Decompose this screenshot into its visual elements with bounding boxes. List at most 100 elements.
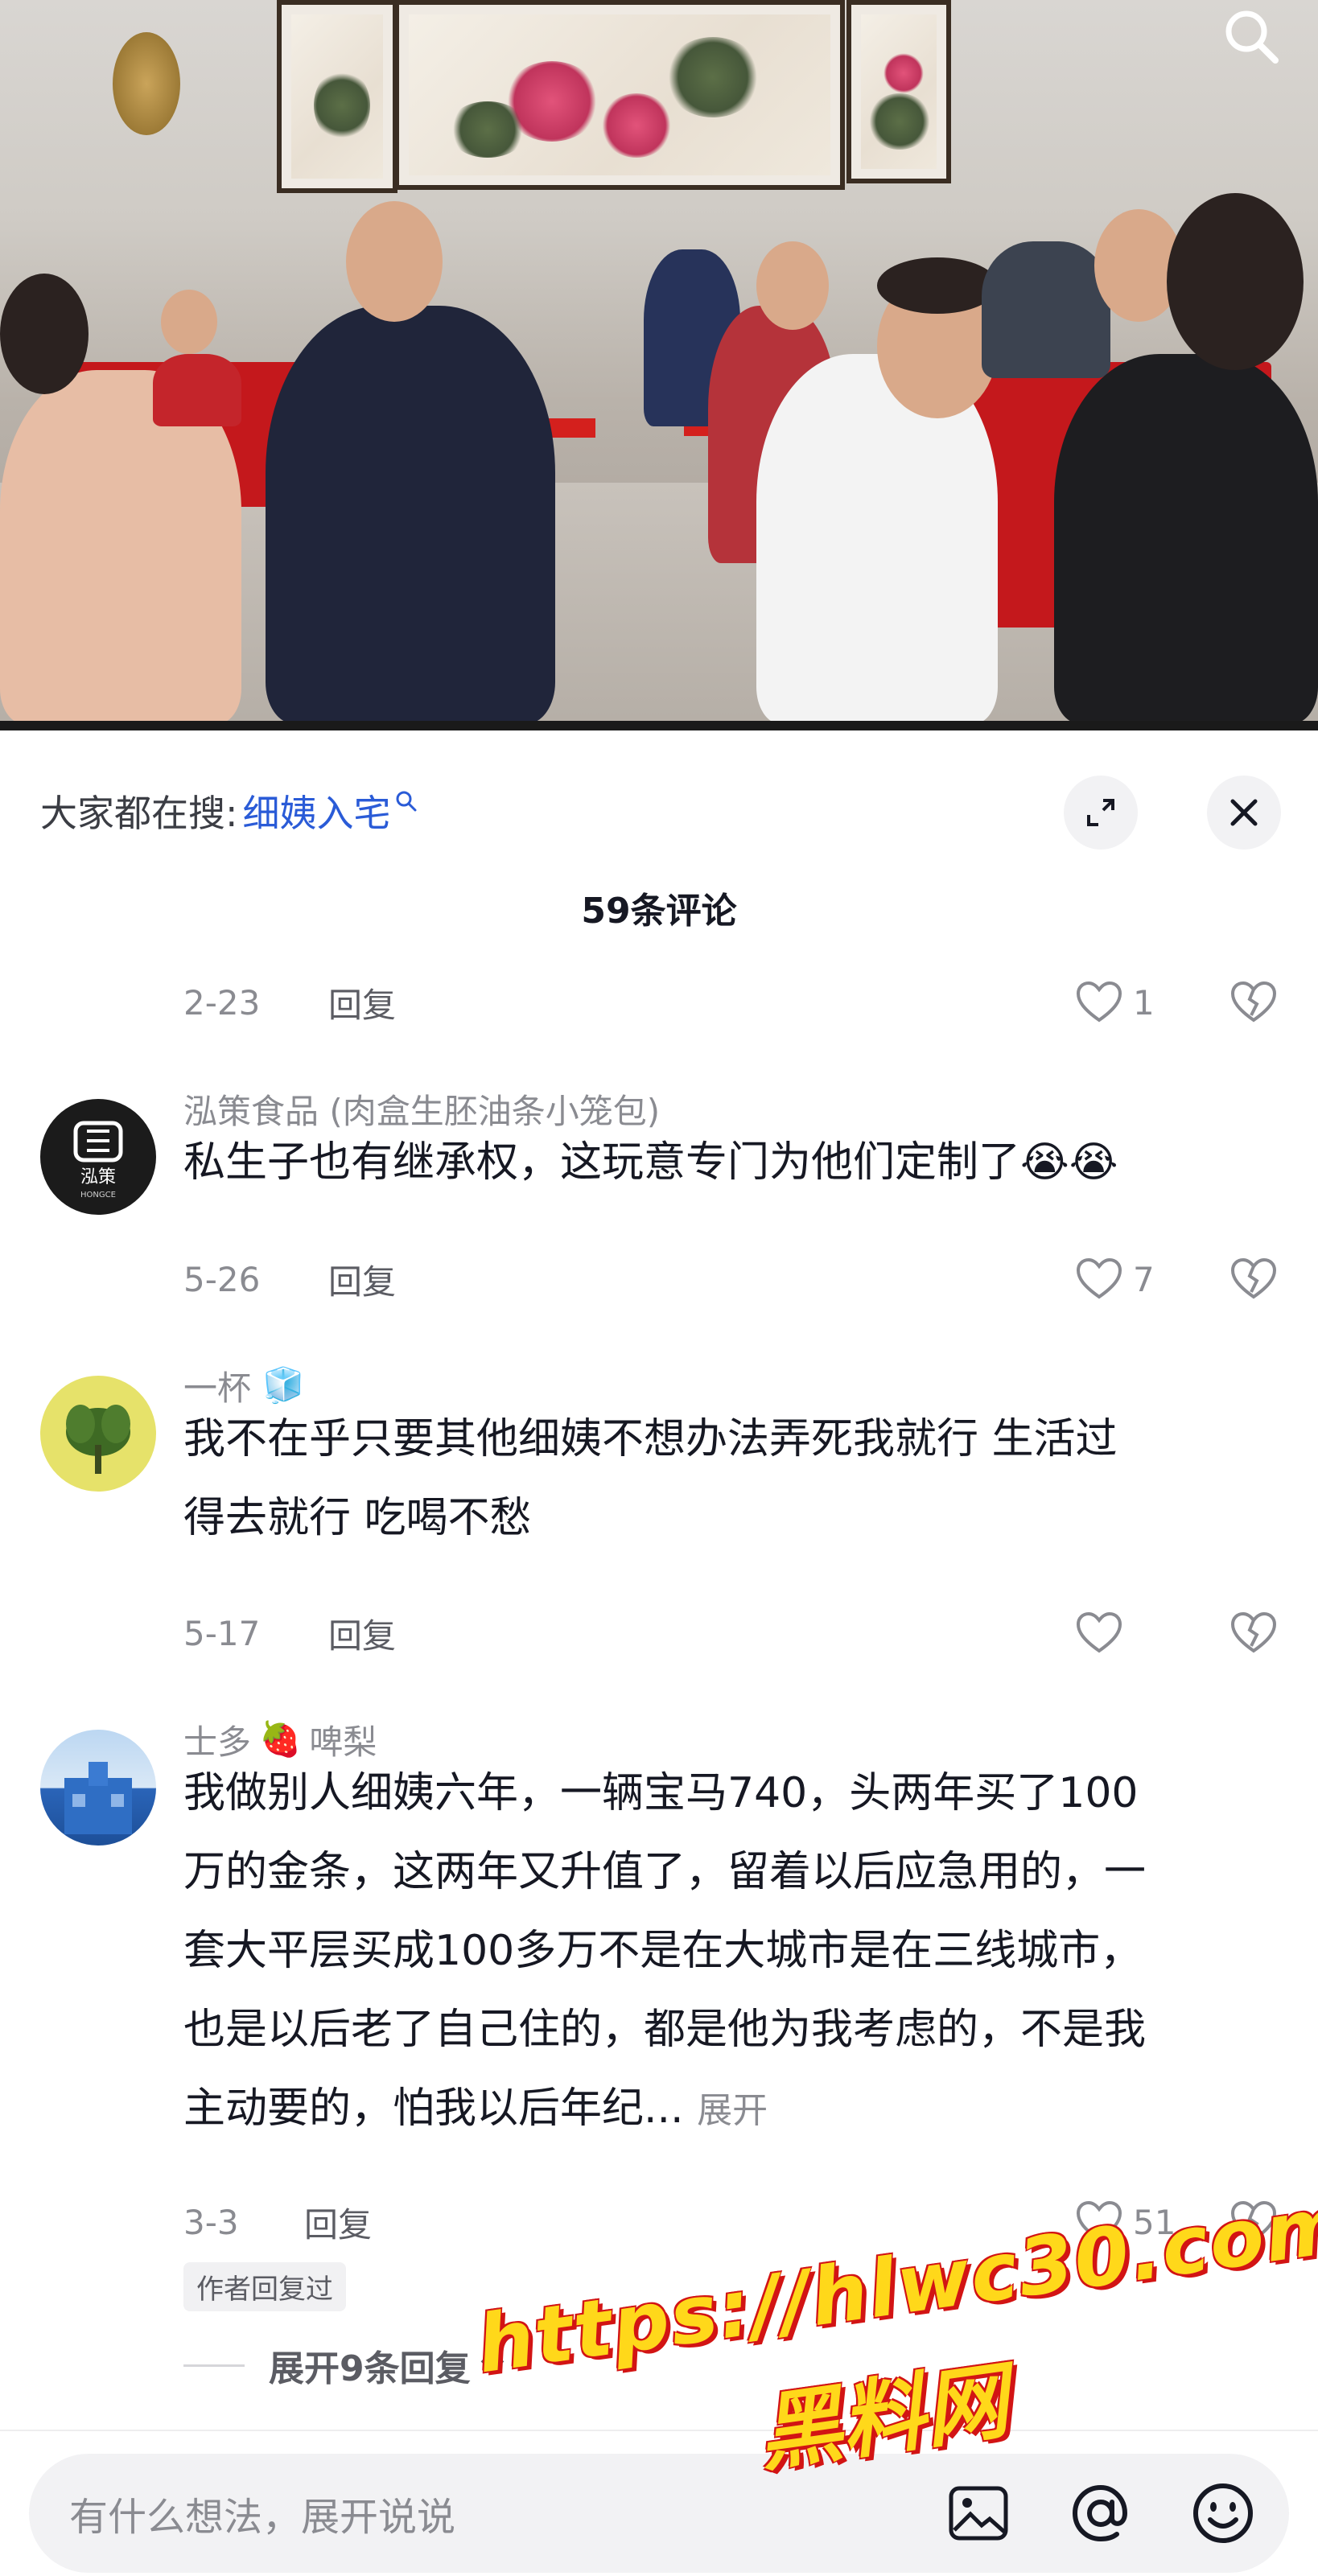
wall-painting-center (394, 0, 845, 190)
diner-head (877, 257, 998, 314)
diner (982, 241, 1110, 378)
heart-icon (1076, 981, 1122, 1023)
avatar[interactable] (40, 1730, 156, 1846)
comment-text-last: 主动要的，怕我以后年纪... (183, 2084, 684, 2133)
avatar-logo-subtext: HONGCE (80, 1191, 116, 1200)
comment-text-line: 万的金条，这两年又升值了，留着以后应急用的，一 (183, 1848, 1147, 1896)
comment-text-line: 也是以后老了自己住的，都是他为我考虑的，不是我 (183, 2006, 1147, 2054)
wall-plate-decoration (113, 32, 180, 135)
author-replied-badge: 作者回复过 (183, 2262, 346, 2311)
diner-face (756, 241, 829, 330)
broken-heart-icon (1230, 981, 1277, 1023)
video-search-button[interactable] (1207, 0, 1295, 72)
smiley-icon (1193, 2483, 1253, 2543)
dislike-button[interactable] (1229, 1611, 1278, 1656)
reaction-group: 7 (1075, 1253, 1278, 1305)
at-sign-icon (1072, 2484, 1128, 2542)
like-count: 51 (1133, 2202, 1176, 2242)
hot-search-term[interactable]: 细姨入宅 (243, 784, 391, 837)
heart-icon (1076, 2200, 1122, 2242)
comment-text: 我不在乎只要其他细姨不想办法弄死我就行 生活过 得去就行 吃喝不愁 (183, 1400, 1278, 1558)
comment-text-line: 主动要的，怕我以后年纪... 展开 (183, 2069, 1278, 2150)
like-count: 1 (1133, 982, 1155, 1023)
image-button[interactable] (938, 2473, 1019, 2553)
building-avatar-icon (64, 1762, 132, 1834)
reply-button[interactable]: 回复 (304, 2198, 372, 2247)
like-button[interactable]: 51 (1075, 2199, 1181, 2245)
input-divider (0, 2430, 1318, 2431)
expand-sheet-button[interactable] (1064, 776, 1138, 850)
diner (1054, 354, 1318, 724)
dislike-button[interactable] (1229, 980, 1278, 1025)
comment-date: 5-17 (183, 1613, 261, 1653)
diner-head (0, 274, 89, 394)
diner (153, 354, 241, 426)
reaction-group: 51 (1075, 2196, 1278, 2248)
heart-icon (1076, 1611, 1122, 1653)
comment-input[interactable]: 有什么想法，展开说说 (69, 2454, 874, 2573)
wall-painting-right (846, 0, 951, 183)
video-bottom-edge (0, 721, 1318, 730)
reaction-group: 1 (1075, 977, 1278, 1028)
divider-line (183, 2364, 245, 2367)
comment-text: 私生子也有继承权，这玩意专门为他们定制了😭😭 (183, 1123, 1278, 1202)
search-icon (1225, 10, 1279, 64)
comment-meta-row: 5-26 回复 7 (183, 1253, 1278, 1305)
comment-count-title: 59条评论 (581, 891, 737, 932)
mention-button[interactable] (1061, 2473, 1141, 2553)
comment-text-line: 得去就行 吃喝不愁 (183, 1494, 532, 1542)
like-button[interactable] (1075, 1611, 1181, 1656)
comment-text-line: 套大平层买成100多万不是在大城市是在三线城市， (183, 1927, 1143, 1975)
crying-emoji-icon: 😭 (1020, 1138, 1069, 1187)
comment-date: 5-26 (183, 1259, 261, 1299)
brand-logo-icon: 泓策 HONGCE (73, 1121, 123, 1200)
search-small-icon (396, 791, 416, 812)
like-button[interactable]: 7 (1075, 1257, 1181, 1302)
expand-comment-link[interactable]: 展开 (697, 2090, 768, 2131)
chevron-down-icon (480, 2359, 504, 2372)
reply-button[interactable]: 回复 (328, 978, 396, 1027)
reply-button[interactable]: 回复 (328, 1255, 396, 1304)
wall-painting-left (277, 0, 397, 193)
plant-avatar-icon (66, 1405, 130, 1474)
heart-icon (1076, 1257, 1122, 1299)
hot-search-bar[interactable]: 大家都在搜: 细姨入宅 (40, 779, 418, 843)
comment-meta-row: 3-3 回复 51 (183, 2196, 1278, 2248)
emoji-button[interactable] (1183, 2473, 1263, 2553)
app-root: 大家都在搜: 细姨入宅 59条评论 2-23 回复 1 泓策 HONGCE 泓策… (0, 0, 1318, 2576)
video-frame[interactable] (0, 0, 1318, 730)
hot-search-prefix: 大家都在搜: (40, 792, 238, 835)
close-icon (1230, 799, 1258, 826)
broken-heart-icon (1230, 1257, 1277, 1299)
image-icon (949, 2486, 1008, 2541)
avatar-logo-text: 泓策 (80, 1167, 116, 1187)
reaction-group (1075, 1607, 1278, 1659)
comment-text: 我做别人细姨六年，一辆宝马740，头两年买了100 万的金条，这两年又升值了，留… (183, 1754, 1278, 2150)
comment-sheet: 大家都在搜: 细姨入宅 59条评论 2-23 回复 1 泓策 HONGCE 泓策… (0, 730, 1318, 2576)
comment-meta-row: 2-23 回复 1 (183, 977, 1278, 1028)
close-sheet-button[interactable] (1207, 776, 1281, 850)
comment-text-body: 私生子也有继承权，这玩意专门为他们定制了 (183, 1138, 1021, 1187)
comment-date: 3-3 (183, 2202, 239, 2242)
comment-meta-row: 5-17 回复 (183, 1607, 1278, 1659)
avatar[interactable]: 泓策 HONGCE (40, 1099, 156, 1215)
avatar[interactable] (40, 1376, 156, 1492)
diner-head (1167, 193, 1304, 370)
comment-text-line: 我做别人细姨六年，一辆宝马740，头两年买了100 (183, 1769, 1139, 1817)
diner-face (346, 201, 443, 322)
like-button[interactable]: 1 (1075, 980, 1181, 1025)
expand-replies-button[interactable]: 展开9条回复 (183, 2339, 506, 2391)
diner-face (161, 290, 217, 354)
comment-text-line: 我不在乎只要其他细姨不想办法弄死我就行 生活过 (183, 1415, 1118, 1463)
expand-replies-label: 展开9条回复 (269, 2348, 471, 2389)
comment-input-bar[interactable]: 有什么想法，展开说说 (29, 2454, 1289, 2573)
dislike-button[interactable] (1229, 1257, 1278, 1302)
crying-emoji-icon: 😭 (1069, 1138, 1118, 1187)
like-count: 7 (1133, 1259, 1155, 1299)
dislike-button[interactable] (1229, 2199, 1278, 2245)
diner (266, 306, 555, 724)
comment-date: 2-23 (183, 982, 261, 1023)
expand-icon (1087, 799, 1114, 826)
reply-button[interactable]: 回复 (328, 1609, 396, 1658)
broken-heart-icon (1230, 2200, 1277, 2242)
